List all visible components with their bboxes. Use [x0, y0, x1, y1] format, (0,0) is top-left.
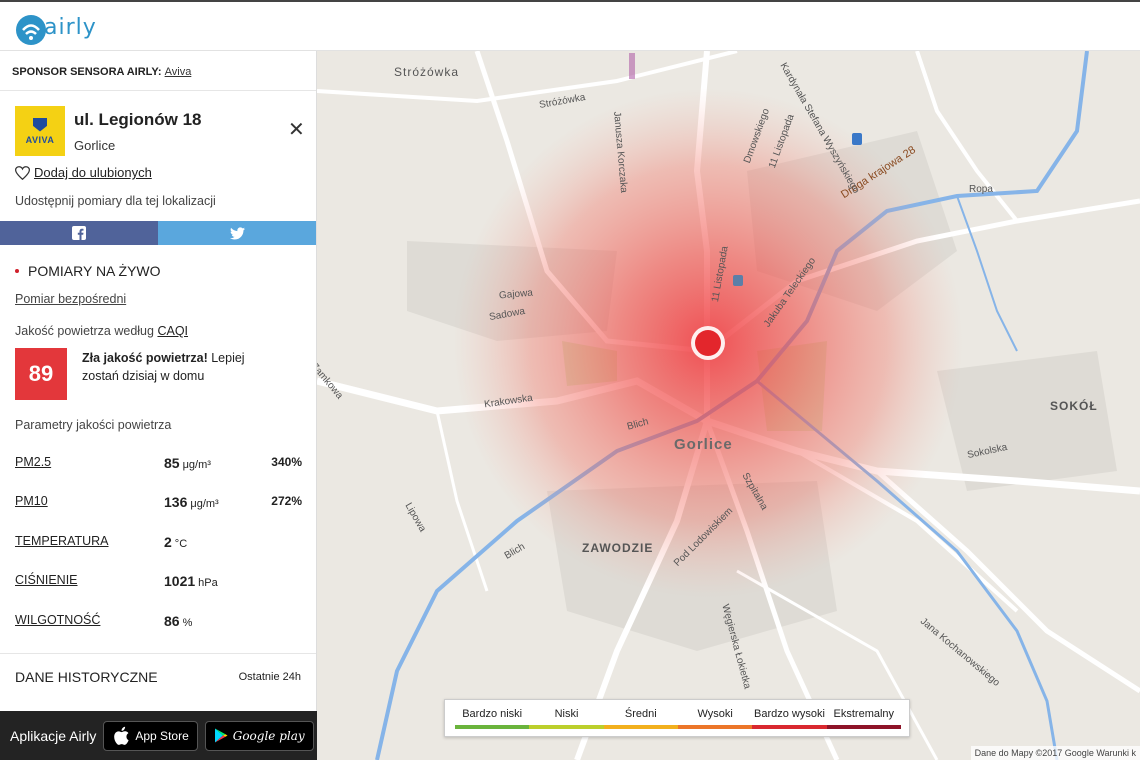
caqi-index-badge: 89 — [15, 348, 67, 400]
sponsor-label: SPONSOR SENSORA AIRLY: — [12, 66, 162, 78]
param-value: 1021 hPa — [164, 573, 218, 589]
param-row-pressure: CIŚNIENIE 1021 hPa — [0, 573, 316, 593]
param-percent: 340% — [271, 455, 302, 469]
legend-item: Bardzo wysoki — [754, 708, 825, 720]
air-quality-message-bold: Zła jakość powietrza! — [82, 351, 208, 365]
air-quality-message: Zła jakość powietrza! Lepiej zostań dzis… — [82, 349, 282, 385]
divider — [0, 653, 316, 654]
share-buttons — [0, 221, 316, 245]
apps-bar: Aplikacje Airly App Store Google play — [0, 711, 317, 760]
location-title: ul. Legionów 18 — [74, 110, 202, 129]
direct-measurement-link[interactable]: Pomiar bezpośredni — [15, 292, 126, 306]
map-label: SOKÓŁ — [1050, 399, 1098, 413]
map-attribution[interactable]: Dane do Mapy ©2017 Google Warunki k — [970, 746, 1140, 760]
twitter-share-button[interactable] — [158, 221, 316, 245]
share-text: Udostępnij pomiary dla tej lokalizacji — [15, 194, 216, 208]
sidebar: SPONSOR SENSORA AIRLY: Aviva AVIVA ul. L… — [0, 51, 317, 760]
param-percent: 272% — [271, 494, 302, 508]
sponsor-logo-text: AVIVA — [25, 134, 55, 145]
legend-item: Ekstremalny — [833, 708, 895, 720]
aviva-flag-icon — [33, 117, 47, 132]
param-name[interactable]: TEMPERATURA — [15, 534, 109, 548]
twitter-icon — [230, 226, 245, 239]
facebook-icon — [72, 226, 86, 240]
caqi-link[interactable]: CAQI — [157, 324, 188, 338]
sponsor-link[interactable]: Aviva — [165, 66, 192, 78]
bus-stop-icon — [852, 133, 862, 145]
legend-swatch — [529, 725, 604, 729]
live-heading-text: POMIARY NA ŻYWO — [28, 263, 161, 279]
legend-swatch — [455, 725, 530, 729]
facebook-share-button[interactable] — [0, 221, 158, 245]
legend-item: Wysoki — [697, 708, 733, 720]
param-value: 2 °C — [164, 534, 188, 550]
live-measurements-heading: POMIARY NA ŻYWO — [15, 263, 161, 279]
apple-icon — [114, 726, 129, 745]
param-row-pm25: PM2.5 85 μg/m³ 340% — [0, 455, 316, 475]
sponsor-line: SPONSOR SENSORA AIRLY: Aviva — [0, 51, 316, 91]
map-label: Ropa — [969, 184, 993, 195]
location-city: Gorlice — [74, 138, 116, 153]
param-name[interactable]: PM10 — [15, 494, 48, 508]
legend-labels: Bardzo niski Niski Średni Wysoki Bardzo … — [455, 708, 901, 720]
param-value: 136 μg/m³ — [164, 494, 219, 510]
google-play-button[interactable]: Google play — [204, 720, 314, 751]
logo-text: airly — [44, 15, 97, 40]
map-canvas[interactable] — [317, 51, 1140, 760]
param-value: 85 μg/m³ — [164, 455, 211, 471]
legend-item: Niski — [554, 708, 579, 720]
history-heading: DANE HISTORYCZNE — [15, 669, 158, 685]
history-range[interactable]: Ostatnie 24h — [239, 671, 301, 683]
sponsor-logo: AVIVA — [15, 106, 65, 156]
building-icon — [733, 275, 743, 286]
app-store-label: App Store — [135, 728, 189, 743]
map-label: Stróżówka — [394, 65, 460, 79]
legend-swatch — [603, 725, 678, 729]
legend-item: Bardzo niski — [462, 708, 523, 720]
param-name[interactable]: CIŚNIENIE — [15, 573, 78, 587]
app-store-button[interactable]: App Store — [103, 720, 198, 751]
caqi-prefix: Jakość powietrza według — [15, 324, 154, 338]
map-label: Gorlice — [674, 436, 733, 453]
poi-icon — [629, 53, 635, 79]
map[interactable]: Stróżówka Stróżówka Gorlice SOKÓŁ ZAWODZ… — [317, 51, 1140, 760]
legend-swatch — [677, 725, 753, 729]
param-name[interactable]: WILGOTNOŚĆ — [15, 613, 100, 627]
caqi-label: Jakość powietrza według CAQI — [15, 324, 188, 338]
google-play-icon — [214, 728, 228, 743]
legend-color-bar — [455, 725, 901, 729]
close-icon[interactable]: ✕ — [288, 117, 305, 142]
add-favorite-button[interactable]: Dodaj do ulubionych — [15, 165, 152, 180]
param-name[interactable]: PM2.5 — [15, 455, 51, 469]
air-quality-legend: Bardzo niski Niski Średni Wysoki Bardzo … — [444, 699, 910, 737]
legend-swatch — [826, 725, 901, 729]
param-row-humidity: WILGOTNOŚĆ 86% — [0, 613, 316, 633]
live-dot-icon — [15, 269, 19, 273]
legend-swatch — [752, 725, 827, 729]
google-play-label: Google play — [232, 728, 305, 743]
params-heading: Parametry jakości powietrza — [15, 418, 172, 432]
sensor-marker-icon[interactable] — [695, 330, 721, 356]
legend-item: Średni — [624, 708, 657, 720]
param-row-temperature: TEMPERATURA 2 °C — [0, 534, 316, 554]
map-label: ZAWODZIE — [582, 541, 654, 555]
apps-label: Aplikacje Airly — [10, 727, 97, 744]
heart-icon — [15, 165, 30, 180]
param-row-pm10: PM10 136 μg/m³ 272% — [0, 494, 316, 514]
top-bar: airly — [0, 0, 1140, 51]
favorite-label: Dodaj do ulubionych — [34, 165, 152, 180]
param-value: 86% — [164, 613, 193, 629]
